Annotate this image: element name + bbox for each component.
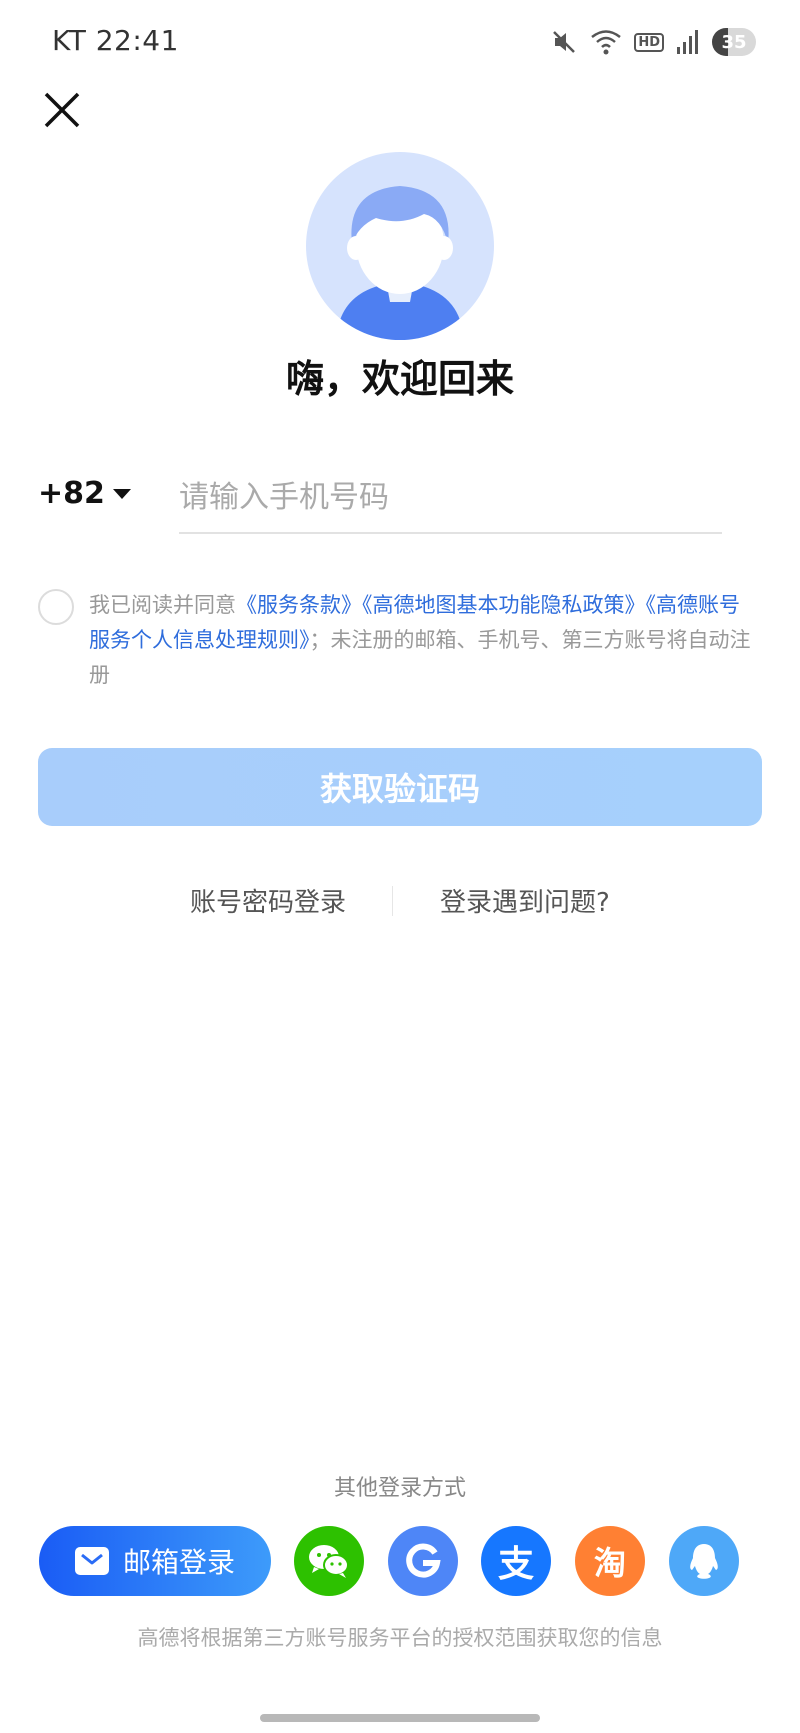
welcome-title: 嗨，欢迎回来	[285, 357, 514, 401]
mute-icon	[550, 28, 578, 56]
country-code: +82	[38, 476, 105, 511]
country-code-selector[interactable]: +82	[38, 476, 131, 511]
email-login-label: 邮箱登录	[122, 1546, 235, 1579]
phone-input[interactable]	[179, 462, 722, 534]
wechat-icon	[309, 1545, 349, 1578]
google-icon	[406, 1543, 441, 1578]
alipay-icon: 支	[497, 1544, 534, 1585]
mail-icon	[74, 1547, 109, 1575]
privacy-policy-link[interactable]: 《高德地图基本功能隐私政策》	[362, 593, 646, 617]
status-icons: HD 35	[550, 22, 756, 62]
email-login-button[interactable]: 邮箱登录	[39, 1526, 271, 1596]
close-button[interactable]	[40, 88, 84, 132]
home-indicator[interactable]	[260, 1714, 540, 1722]
hd-icon: HD	[634, 32, 664, 52]
other-login-title: 其他登录方式	[333, 1476, 466, 1501]
avatar-placeholder-icon	[340, 186, 460, 340]
qq-login-button[interactable]	[669, 1526, 739, 1596]
signal-icon	[676, 29, 700, 55]
status-carrier-time: KT 22:41	[52, 24, 179, 57]
qq-icon	[690, 1544, 718, 1579]
links-divider	[392, 886, 393, 916]
terms-link[interactable]: 《服务条款》	[236, 593, 362, 617]
battery-icon: 35	[712, 28, 756, 56]
avatar	[306, 152, 494, 340]
third-party-note: 高德将根据第三方账号服务平台的授权范围获取您的信息	[137, 1626, 663, 1650]
close-icon	[44, 92, 80, 128]
wifi-icon	[590, 28, 622, 56]
google-login-button[interactable]	[388, 1526, 458, 1596]
agreement-checkbox[interactable]	[38, 589, 74, 625]
login-problem-link[interactable]: 登录遇到问题?	[440, 882, 610, 919]
taobao-icon: 淘	[593, 1544, 626, 1582]
alipay-login-button[interactable]: 支	[481, 1526, 551, 1596]
agreement-text: 我已阅读并同意《服务条款》《高德地图基本功能隐私政策》《高德账号服务个人信息处理…	[89, 588, 759, 693]
get-code-button[interactable]: 获取验证码	[38, 748, 762, 826]
taobao-login-button[interactable]: 淘	[575, 1526, 645, 1596]
dropdown-arrow-icon	[112, 488, 131, 499]
battery-level: 35	[721, 31, 747, 53]
password-login-link[interactable]: 账号密码登录	[190, 882, 346, 919]
agreement-prefix: 我已阅读并同意	[89, 593, 236, 617]
wechat-login-button[interactable]	[294, 1526, 364, 1596]
